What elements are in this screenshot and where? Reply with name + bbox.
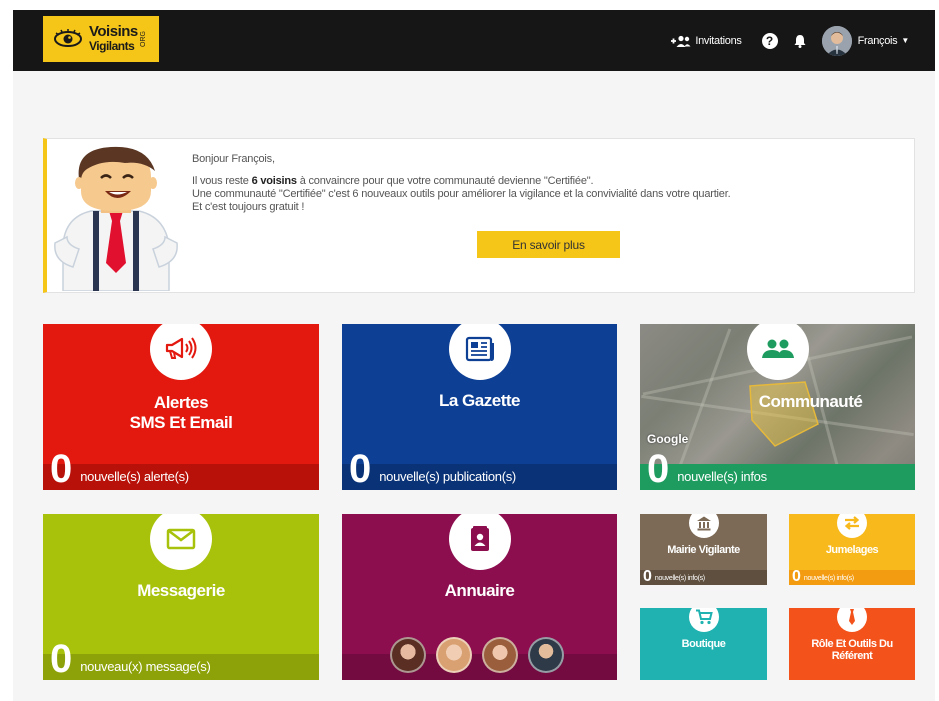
map-credit: Google bbox=[647, 432, 689, 446]
tile-mairie-title: Mairie Vigilante bbox=[667, 544, 740, 556]
bell-icon[interactable] bbox=[794, 34, 806, 48]
swap-arrows-icon bbox=[837, 514, 867, 538]
town-hall-icon bbox=[688, 514, 719, 538]
newspaper-icon bbox=[448, 324, 511, 380]
logo-line-2: Vigilants bbox=[89, 39, 135, 53]
logo-suffix: ORG bbox=[139, 31, 147, 47]
messages-count-label: nouveau(x) message(s) bbox=[80, 659, 211, 674]
eye-logo-icon bbox=[54, 29, 82, 47]
tile-communaute-title: Communauté bbox=[758, 392, 863, 411]
alerts-count: 0 bbox=[50, 447, 73, 490]
tile-boutique[interactable]: Boutique bbox=[640, 608, 767, 680]
mascot-illustration bbox=[54, 146, 178, 291]
jumelages-infos-count: 0 bbox=[792, 568, 801, 585]
contact-card-icon bbox=[448, 514, 511, 570]
top-navbar: Voisins Vigilants ORG Invitations ? Fran… bbox=[13, 10, 935, 71]
tile-jumelages-counter: 0 nouvelle(s) info(s) bbox=[789, 568, 915, 585]
envelope-icon bbox=[150, 514, 212, 570]
jumelages-infos-count-label: nouvelle(s) info(s) bbox=[803, 575, 854, 582]
tile-gazette-title: La Gazette bbox=[439, 391, 520, 410]
tile-referent-title: Rôle Et Outils Du Référent bbox=[811, 638, 893, 662]
banner-line-2: Une communauté "Certifiée" c'est 6 nouve… bbox=[192, 188, 731, 200]
chevron-down-icon: ▼ bbox=[901, 36, 909, 45]
tile-jumelages[interactable]: Jumelages 0 nouvelle(s) info(s) bbox=[789, 514, 915, 585]
tile-alertes-counter: 0 nouvelle(s) alerte(s) bbox=[43, 449, 319, 490]
user-menu[interactable]: François ▼ bbox=[821, 25, 909, 56]
mairie-infos-count-label: nouvelle(s) info(s) bbox=[654, 575, 705, 582]
header-actions: Invitations ? François ▼ bbox=[669, 10, 909, 71]
infos-count: 0 bbox=[647, 447, 670, 490]
avatar[interactable] bbox=[390, 637, 426, 673]
messages-count: 0 bbox=[50, 637, 73, 680]
tile-alertes[interactable]: Alertes SMS Et Email 0 nouvelle(s) alert… bbox=[43, 324, 319, 490]
tile-mairie-counter: 0 nouvelle(s) info(s) bbox=[640, 568, 767, 585]
publications-count-label: nouvelle(s) publication(s) bbox=[379, 469, 516, 484]
banner-line-3: Et c'est toujours gratuit ! bbox=[192, 201, 305, 213]
avatar bbox=[821, 25, 852, 56]
avatar[interactable] bbox=[436, 637, 472, 673]
tile-communaute[interactable]: Communauté Google 0 nouvelle(s) infos bbox=[640, 324, 915, 490]
tile-gazette[interactable]: La Gazette 0 nouvelle(s) publication(s) bbox=[342, 324, 617, 490]
mairie-infos-count: 0 bbox=[643, 568, 652, 585]
publications-count: 0 bbox=[349, 447, 372, 490]
tile-communaute-counter: 0 nouvelle(s) infos bbox=[640, 449, 915, 490]
banner-line-1: Il vous reste 6 voisins à convaincre pou… bbox=[192, 175, 594, 187]
invitations-label: Invitations bbox=[695, 34, 742, 47]
tile-mairie-vigilante[interactable]: Mairie Vigilante 0 nouvelle(s) info(s) bbox=[640, 514, 767, 585]
add-users-icon bbox=[671, 35, 691, 47]
logo-line-1: Voisins bbox=[89, 23, 138, 40]
tile-messagerie-counter: 0 nouveau(x) message(s) bbox=[43, 639, 319, 680]
infos-count-label: nouvelle(s) infos bbox=[677, 469, 767, 484]
banner-greeting: Bonjour François, bbox=[192, 153, 275, 165]
help-icon[interactable]: ? bbox=[761, 32, 778, 49]
invitations-link[interactable]: Invitations bbox=[669, 34, 742, 47]
tile-annuaire-title: Annuaire bbox=[444, 581, 515, 600]
cart-icon bbox=[688, 608, 719, 632]
avatar[interactable] bbox=[482, 637, 518, 673]
user-name: François bbox=[857, 34, 898, 47]
tile-messagerie-title: Messagerie bbox=[137, 581, 225, 600]
tie-icon bbox=[837, 608, 867, 632]
megaphone-icon bbox=[150, 324, 212, 380]
banner-message: Bonjour François, Il vous reste 6 voisin… bbox=[192, 153, 731, 214]
learn-more-button[interactable]: En savoir plus bbox=[477, 231, 620, 258]
neighbors-count: 6 voisins bbox=[251, 175, 297, 187]
voisins-vigilants-logo[interactable]: Voisins Vigilants ORG bbox=[43, 16, 159, 62]
member-avatars bbox=[390, 637, 574, 673]
avatar[interactable] bbox=[528, 637, 564, 673]
tile-alertes-title: Alertes SMS Et Email bbox=[129, 393, 233, 432]
tile-annuaire[interactable]: Annuaire bbox=[342, 514, 617, 680]
tile-messagerie[interactable]: Messagerie 0 nouveau(x) message(s) bbox=[43, 514, 319, 680]
tile-jumelages-title: Jumelages bbox=[825, 544, 879, 556]
certification-banner: Bonjour François, Il vous reste 6 voisin… bbox=[43, 138, 915, 293]
tile-boutique-title: Boutique bbox=[681, 638, 726, 650]
tile-gazette-counter: 0 nouvelle(s) publication(s) bbox=[342, 449, 617, 490]
alerts-count-label: nouvelle(s) alerte(s) bbox=[80, 469, 189, 484]
tile-referent[interactable]: Rôle Et Outils Du Référent bbox=[789, 608, 915, 680]
